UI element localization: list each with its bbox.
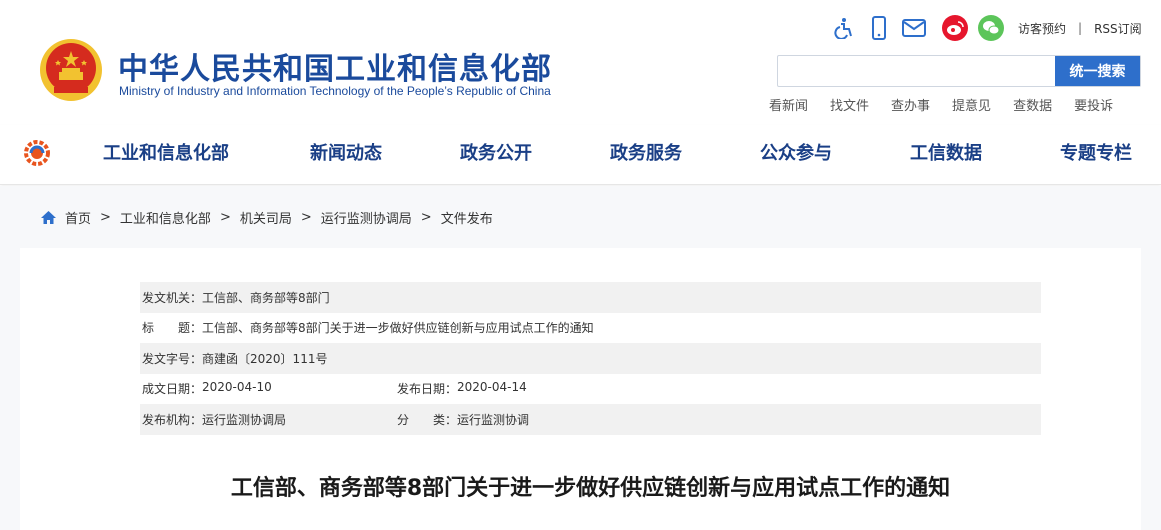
search-input[interactable] xyxy=(778,56,1056,86)
breadcrumb-departments[interactable]: 机关司局 xyxy=(240,208,292,227)
nav-item-participation[interactable]: 公众参与 xyxy=(760,139,832,165)
meta-label: 分 类： xyxy=(397,412,458,427)
breadcrumb-ministry[interactable]: 工业和信息化部 xyxy=(120,208,211,227)
breadcrumb-home[interactable]: 首页 xyxy=(65,208,91,227)
breadcrumb-separator: > xyxy=(100,210,111,225)
nav-item-data[interactable]: 工信数据 xyxy=(910,139,982,165)
accessibility-icon[interactable] xyxy=(832,16,856,40)
breadcrumb-separator: > xyxy=(219,210,231,225)
utility-separator: | xyxy=(1078,21,1083,35)
meta-label: 成文日期： xyxy=(142,382,203,397)
document-meta-table: 发文机关： 工信部、商务部等8部门 标 题： 工信部、商务部等8部门关于进一步做… xyxy=(140,282,1041,435)
meta-row-doc-no: 发文字号： 商建函〔2020〕111号 xyxy=(140,343,1041,374)
weibo-icon[interactable] xyxy=(942,15,968,41)
meta-cell-published: 发布日期： 2020-04-14 xyxy=(397,380,527,397)
utility-bar: 访客预约 | RSS订阅 xyxy=(832,14,1142,42)
mail-icon[interactable] xyxy=(902,16,926,40)
meta-value-doc-no: 商建函〔2020〕111号 xyxy=(202,351,328,366)
nav-item-news[interactable]: 新闻动态 xyxy=(310,139,382,165)
home-icon[interactable] xyxy=(40,210,57,225)
quick-link-news[interactable]: 看新闻 xyxy=(769,95,808,114)
meta-value-issuer: 工信部、商务部等8部门 xyxy=(202,290,330,305)
wechat-icon[interactable] xyxy=(978,15,1004,41)
meta-value-agency: 运行监测协调局 xyxy=(202,412,287,427)
meta-value-title: 工信部、商务部等8部门关于进一步做好供应链创新与应用试点工作的通知 xyxy=(202,321,594,336)
rss-link[interactable]: RSS订阅 xyxy=(1094,20,1142,37)
meta-row-issuer: 发文机关： 工信部、商务部等8部门 xyxy=(140,282,1041,313)
mobile-icon[interactable] xyxy=(867,16,891,40)
meta-label: 发布机构： xyxy=(142,412,203,427)
breadcrumb-separator: > xyxy=(300,210,312,225)
meta-cell-created: 成文日期： 2020-04-10 xyxy=(142,380,397,397)
search-button[interactable]: 统一搜索 xyxy=(1055,56,1140,86)
article-title: 工信部、商务部等8部门关于进一步做好供应链创新与应用试点工作的通知 xyxy=(230,476,951,501)
quick-link-complaint[interactable]: 要投诉 xyxy=(1074,95,1113,114)
search-box: 统一搜索 xyxy=(777,55,1141,87)
meta-value-published: 2020-04-14 xyxy=(457,380,527,395)
main-nav: 工业和信息化部 新闻动态 政务公开 政务服务 公众参与 工信数据 专题专栏 xyxy=(0,125,1161,185)
meta-cell-category: 分 类： 运行监测协调 xyxy=(397,411,529,428)
nav-item-ministry[interactable]: 工业和信息化部 xyxy=(103,139,229,165)
meta-label: 发布日期： xyxy=(397,382,458,397)
site-header: 中华人民共和国工业和信息化部 Ministry of Industry and … xyxy=(0,0,1161,125)
nav-item-topics[interactable]: 专题专栏 xyxy=(1060,139,1132,165)
meta-value-category: 运行监测协调 xyxy=(457,412,530,427)
quick-links: 看新闻 找文件 查办事 提意见 查数据 要投诉 xyxy=(769,95,1135,114)
meta-label: 发文机关： xyxy=(142,290,203,305)
breadcrumb-bureau[interactable]: 运行监测协调局 xyxy=(321,208,412,227)
breadcrumb-documents[interactable]: 文件发布 xyxy=(441,208,493,227)
site-subtitle: Ministry of Industry and Information Tec… xyxy=(119,84,551,98)
breadcrumb-separator: > xyxy=(420,210,432,225)
nav-item-open-government[interactable]: 政务公开 xyxy=(460,139,532,165)
quick-link-data[interactable]: 查数据 xyxy=(1013,95,1052,114)
meta-cell-agency: 发布机构： 运行监测协调局 xyxy=(142,411,397,428)
meta-label: 发文字号： xyxy=(142,351,203,366)
national-emblem-logo[interactable] xyxy=(38,37,104,103)
site-title[interactable]: 中华人民共和国工业和信息化部 xyxy=(118,44,552,88)
quick-link-feedback[interactable]: 提意见 xyxy=(952,95,991,114)
visitor-appointment-link[interactable]: 访客预约 xyxy=(1018,20,1066,37)
quick-link-files[interactable]: 找文件 xyxy=(830,95,869,114)
nav-item-services[interactable]: 政务服务 xyxy=(610,139,682,165)
miit-logo-icon[interactable] xyxy=(22,138,52,168)
meta-label: 标 题： xyxy=(142,321,203,336)
quick-link-services[interactable]: 查办事 xyxy=(891,95,930,114)
meta-row-dates: 成文日期： 2020-04-10 发布日期： 2020-04-14 xyxy=(140,374,1041,405)
meta-row-title: 标 题： 工信部、商务部等8部门关于进一步做好供应链创新与应用试点工作的通知 xyxy=(140,313,1041,344)
breadcrumb: 首页 > 工业和信息化部 > 机关司局 > 运行监测协调局 > 文件发布 xyxy=(40,208,493,227)
meta-row-agency: 发布机构： 运行监测协调局 分 类： 运行监测协调 xyxy=(140,404,1041,435)
meta-value-created: 2020-04-10 xyxy=(202,380,272,395)
